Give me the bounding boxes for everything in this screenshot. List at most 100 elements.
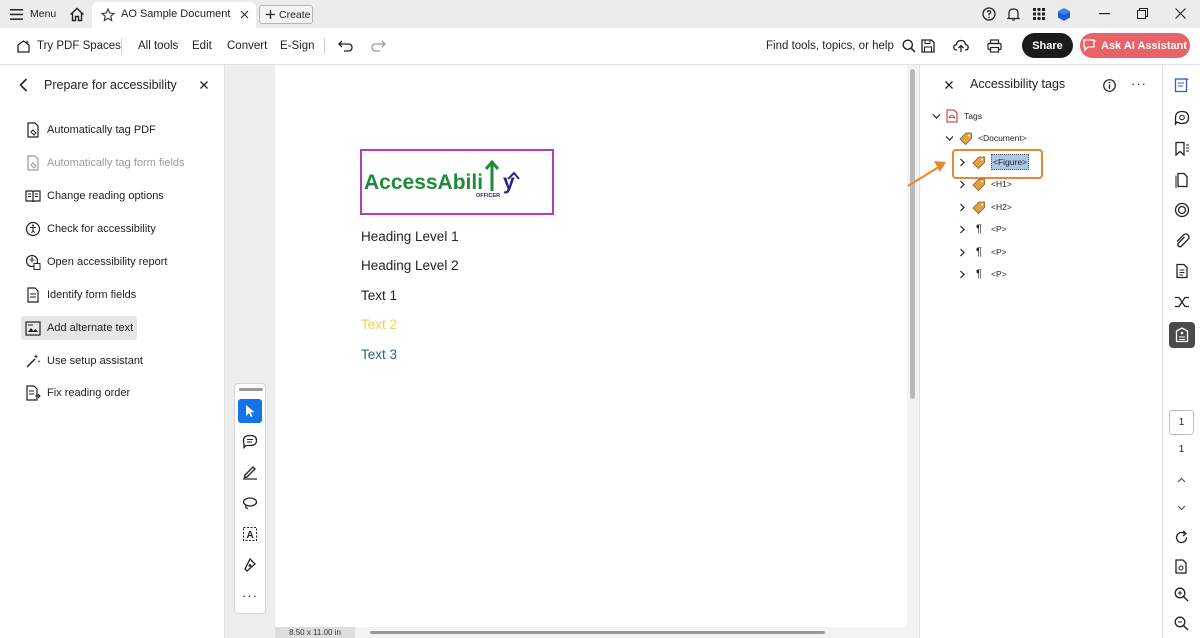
text-tool[interactable]: A (238, 522, 262, 546)
back-arrow-icon[interactable] (19, 78, 28, 92)
document-text-icon (1176, 263, 1188, 279)
help-icon[interactable] (982, 7, 996, 21)
close-panel-icon[interactable] (200, 81, 208, 89)
tree-row-p[interactable]: ¶ <P> (958, 220, 1007, 238)
fit-page-icon[interactable] (1174, 559, 1189, 574)
bookmarks-button[interactable] (1172, 139, 1192, 159)
chevron-right-icon[interactable] (958, 158, 967, 167)
chevron-right-icon[interactable] (958, 203, 967, 212)
pdf-page[interactable]: AccessAbili y OFFICER Heading Level 1 He… (275, 65, 907, 627)
page-number-input[interactable]: 1 (1169, 410, 1194, 435)
chevron-right-icon[interactable] (958, 180, 967, 189)
form-fields-icon (27, 287, 39, 303)
tool-check-for-accessibility[interactable]: Check for accessibility (21, 217, 156, 241)
close-tags-panel-icon[interactable] (945, 81, 953, 89)
share-button[interactable]: Share (1022, 33, 1073, 58)
tool-open-accessibility-report[interactable]: Open accessibility report (21, 250, 167, 274)
tree-row-p[interactable]: ¶ <P> (958, 265, 1007, 283)
close-tab-icon[interactable] (240, 10, 249, 19)
lasso-icon (242, 497, 258, 510)
rotate-icon[interactable] (1174, 530, 1189, 545)
window-close-icon[interactable] (1175, 8, 1186, 19)
highlight-tool[interactable] (238, 460, 262, 484)
convert-button[interactable]: Convert (227, 28, 267, 64)
find-tools-search[interactable]: Find tools, topics, or help (766, 28, 916, 64)
sign-tool[interactable] (238, 553, 262, 577)
apps-grid-icon[interactable] (1033, 8, 1045, 20)
doc-text-1[interactable]: Text 1 (361, 288, 397, 303)
more-tools-icon[interactable]: ··· (238, 583, 262, 607)
chevron-up-icon[interactable] (1177, 477, 1186, 483)
tree-row-h2[interactable]: <H2> (958, 198, 1012, 216)
tool-automatically-tag-pdf[interactable]: Automatically tag PDF (21, 118, 156, 142)
tool-change-reading-options[interactable]: Change reading options (21, 184, 164, 208)
zoom-out-icon[interactable] (1174, 616, 1189, 631)
tool-add-alternate-text[interactable]: Add alternate text (21, 316, 137, 340)
minimize-icon[interactable] (1099, 13, 1110, 15)
tree-row-tags-root[interactable]: Tags (932, 107, 982, 125)
star-icon[interactable] (101, 8, 115, 22)
accessibility-tags-button[interactable] (1169, 322, 1195, 348)
doc-text-2[interactable]: Text 2 (361, 317, 397, 332)
tool-identify-form-fields[interactable]: Identify form fields (21, 283, 136, 307)
comments-button[interactable] (1172, 108, 1192, 128)
horizontal-scrollbar[interactable]: 8.50 x 11.00 in (275, 627, 907, 638)
more-options-icon[interactable]: ··· (1131, 76, 1147, 91)
select-tool[interactable] (238, 399, 262, 423)
tree-row-figure[interactable]: <Figure> (958, 153, 1030, 171)
ask-ai-assistant-button[interactable]: Ask AI Assistant (1080, 33, 1190, 58)
content-button[interactable] (1172, 261, 1192, 281)
chevron-right-icon[interactable] (958, 270, 967, 279)
reading-order-button[interactable] (1172, 292, 1192, 312)
info-icon[interactable] (1103, 79, 1116, 92)
chevron-down-icon[interactable] (1177, 505, 1186, 511)
cloud-upload-icon[interactable] (953, 39, 969, 53)
horizontal-scroll-thumb[interactable] (370, 631, 825, 634)
bell-icon[interactable] (1007, 7, 1020, 21)
redo-icon[interactable] (371, 40, 386, 52)
esign-button[interactable]: E-Sign (280, 28, 315, 64)
comment-tool[interactable] (238, 429, 262, 453)
save-icon[interactable] (921, 39, 935, 53)
document-tab[interactable]: AO Sample Document (92, 2, 256, 28)
figure-logo-selection[interactable]: AccessAbili y OFFICER (360, 149, 554, 215)
attachments-button[interactable] (1172, 231, 1192, 251)
chevron-down-icon[interactable] (945, 134, 954, 143)
doc-text-3[interactable]: Text 3 (361, 347, 397, 362)
tool-fix-reading-order[interactable]: Fix reading order (21, 381, 130, 405)
tree-label-selected: <Figure> (991, 154, 1030, 170)
chevron-right-icon[interactable] (958, 225, 967, 234)
try-pdf-spaces-button[interactable]: Try PDF Spaces (16, 28, 121, 64)
vertical-scrollbar[interactable] (907, 65, 919, 638)
home-button[interactable] (69, 0, 85, 28)
account-avatar-icon[interactable] (1057, 7, 1071, 22)
tool-label: Identify form fields (47, 289, 137, 301)
chevron-right-icon[interactable] (958, 248, 967, 257)
draw-tool[interactable] (238, 491, 262, 515)
pages-button[interactable] (1172, 170, 1192, 190)
zoom-in-icon[interactable] (1174, 587, 1189, 602)
target-icon (1174, 202, 1190, 218)
chevron-down-icon[interactable] (932, 112, 941, 121)
accessibility-checker-button[interactable] (1172, 200, 1192, 220)
ai-summary-button[interactable] (1172, 75, 1192, 95)
tag-icon (959, 132, 972, 145)
tree-row-h1[interactable]: <H1> (958, 175, 1012, 193)
all-tools-button[interactable]: All tools (138, 28, 178, 64)
undo-icon[interactable] (338, 40, 353, 52)
doc-heading-2[interactable]: Heading Level 2 (361, 258, 459, 273)
print-icon[interactable] (987, 39, 1002, 53)
menu-button[interactable]: Menu (10, 0, 56, 28)
tool-use-setup-assistant[interactable]: Use setup assistant (21, 349, 143, 373)
plus-icon (266, 10, 275, 19)
tool-label: Automatically tag form fields (47, 157, 185, 169)
vertical-scroll-thumb[interactable] (910, 69, 915, 399)
tree-row-document[interactable]: <Document> (945, 129, 1027, 147)
restore-icon[interactable] (1137, 8, 1148, 19)
tree-row-p[interactable]: ¶ <P> (958, 243, 1007, 261)
create-button[interactable]: Create (259, 5, 313, 24)
drag-handle[interactable] (239, 388, 263, 391)
edit-button[interactable]: Edit (192, 28, 212, 64)
tree-label: <P> (991, 224, 1007, 234)
doc-heading-1[interactable]: Heading Level 1 (361, 229, 459, 244)
